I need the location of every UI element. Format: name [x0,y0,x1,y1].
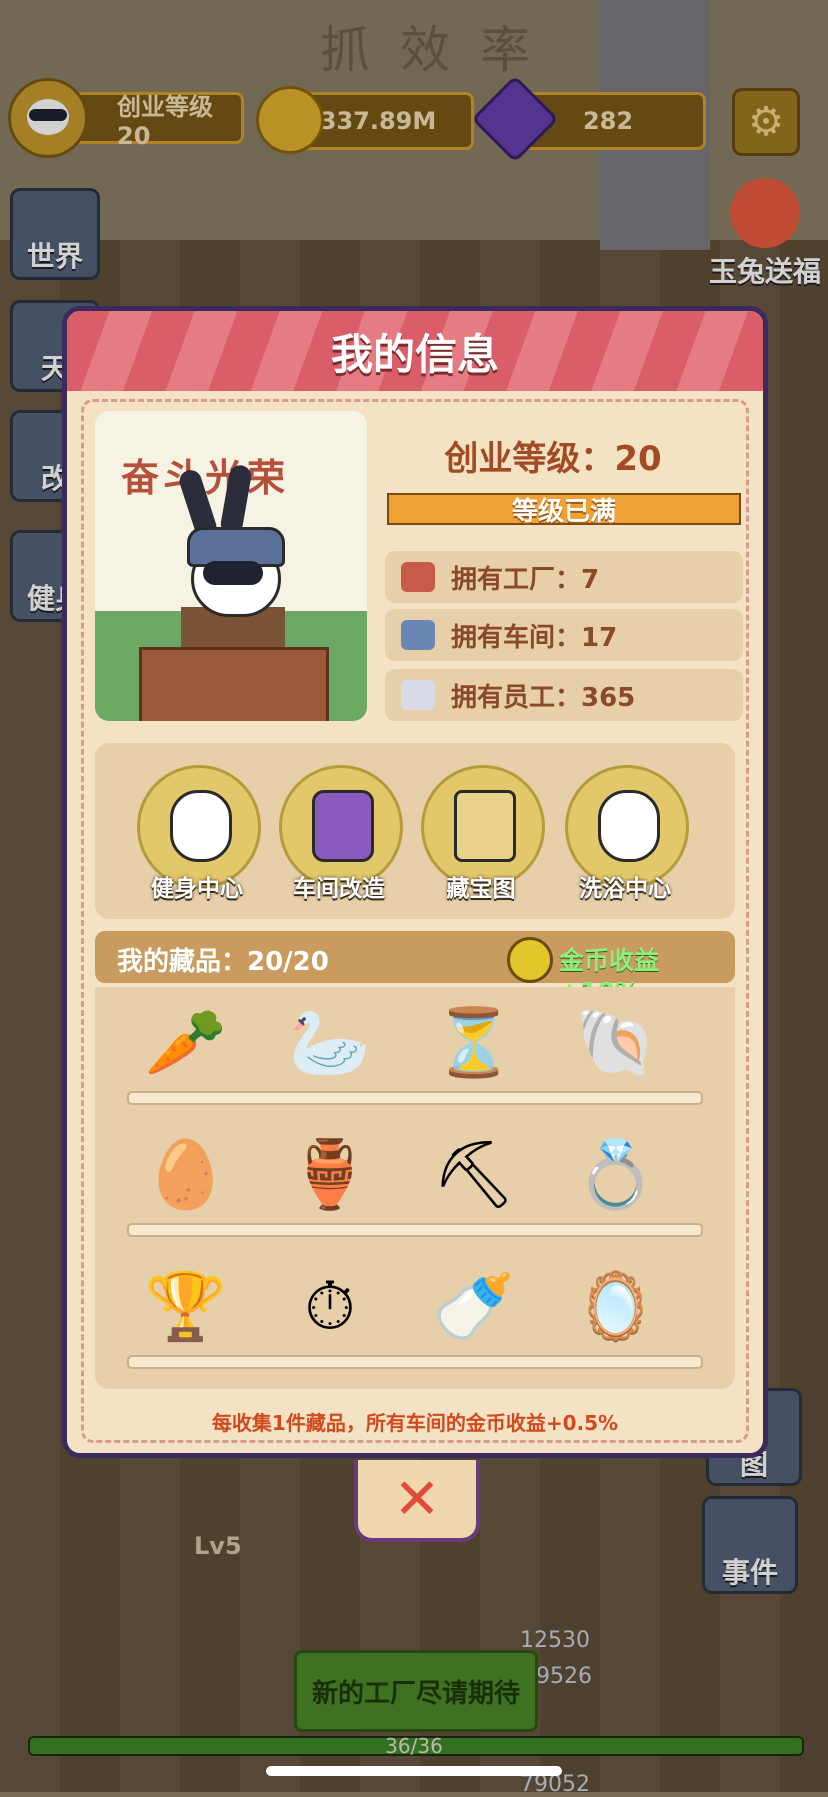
stat-factories-text: 拥有工厂：7 [451,564,600,595]
paint-roller-shape [312,790,374,862]
stat-factories: 拥有工厂：7 [385,551,743,603]
stat-employees: 拥有员工：365 [385,669,743,721]
collection-header: 我的藏品：20/20 金币收益+10% [95,931,735,1006]
hand-mirror-icon[interactable]: 🪞 [571,1259,661,1355]
carrot-icon[interactable]: 🥕 [141,995,231,1091]
stat-workshops-text: 拥有车间：17 [451,622,618,653]
home-indicator[interactable] [266,1766,562,1776]
boss-portrait: 奋斗光荣 [95,411,367,721]
fitness-rabbit [170,790,232,862]
employees-icon [401,680,435,710]
workshop-icon [401,620,435,650]
silver-trophy-icon[interactable]: 🏆 [141,1259,231,1355]
max-level-text: 等级已满 [511,496,616,527]
bath-center-label: 洗浴中心 [579,876,671,902]
stat-workshops: 拥有车间：17 [385,609,743,661]
collection-count: 我的藏品：20/20 [117,947,329,977]
cornucopia-icon[interactable]: 🐚 [571,995,661,1091]
rabbit-visor [203,561,263,585]
factory-icon [401,562,435,592]
close-button[interactable]: ✕ [354,1460,480,1542]
dialog-title: 我的信息 [330,329,499,379]
fitness-center-label: 健身中心 [151,876,243,902]
collection-shelf [127,1223,703,1237]
collection-grid: 🥕 🦢 ⏳ 🐚 🥚 🏺 ⛏ 💍 🏆 ⏱ 🍼 🪞 [95,987,735,1389]
crystal-swan-icon[interactable]: 🦢 [285,995,375,1091]
my-info-dialog: 我的信息 奋斗光荣 创业等级：20 等级已满 拥有工厂：7 拥有车间：17 拥有… [62,306,768,1458]
feature-buttons-panel: 健身中心 车间改造 藏宝图 洗浴中心 [95,743,735,919]
bottle-message-icon[interactable]: 🍼 [429,1259,519,1355]
workshop-renovation-button[interactable]: 车间改造 [279,765,403,903]
fitness-center-button[interactable]: 健身中心 [137,765,261,903]
pocket-watch-icon[interactable]: ⏱ [285,1259,375,1355]
treasure-map-label: 藏宝图 [446,876,516,902]
treasure-map-button[interactable]: 藏宝图 [421,765,545,903]
dialog-header: 我的信息 [67,311,763,391]
workshop-renovation-label: 车间改造 [293,876,385,902]
jeweled-flask-icon[interactable]: 🏺 [285,1127,375,1223]
bath-center-button[interactable]: 洗浴中心 [565,765,689,903]
collection-footer-note: 每收集1件藏品，所有车间的金币收益+0.5% [211,1411,619,1435]
hourglass-icon[interactable]: ⏳ [429,995,519,1091]
stat-employees-text: 拥有员工：365 [451,682,636,713]
desk [139,647,329,721]
max-level-bar: 等级已满 [387,493,741,527]
golden-egg-icon[interactable]: 🥚 [141,1127,231,1223]
golden-ring-icon[interactable]: 💍 [571,1127,661,1223]
coin-icon [507,937,553,983]
entrepreneur-level: 创业等级：20 [444,439,662,479]
close-icon: ✕ [393,1466,441,1532]
collection-shelf [127,1355,703,1369]
bath-rabbit [598,790,660,862]
treasure-map-shape [454,790,516,862]
collection-shelf [127,1091,703,1105]
golden-shovel-icon[interactable]: ⛏ [429,1127,519,1223]
